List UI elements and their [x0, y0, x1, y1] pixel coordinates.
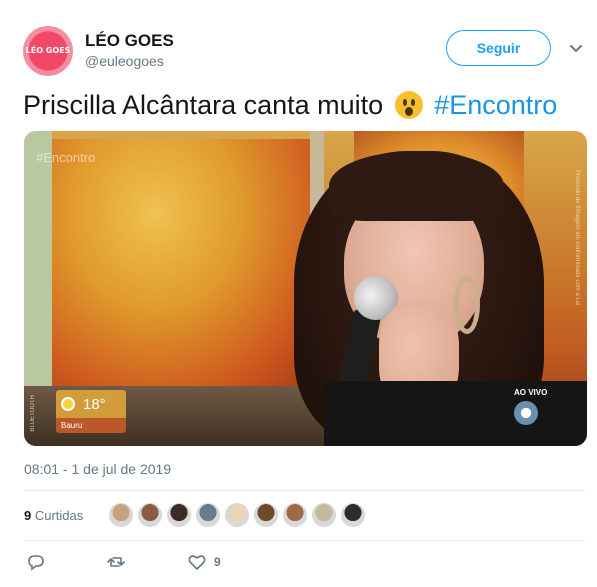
globo-logo-icon — [514, 401, 538, 425]
weather-city: Bauru — [56, 418, 126, 433]
liker-avatar[interactable] — [167, 503, 191, 527]
reply-button[interactable] — [27, 553, 45, 571]
tweet-text: Priscilla Alcântara canta muito #Encontr… — [23, 88, 557, 122]
liker-avatar[interactable] — [341, 503, 365, 527]
media-side-text: Protocolo de filmagem em conformidade co… — [574, 170, 580, 306]
media-watermark: #Encontro — [36, 150, 96, 165]
liker-avatar[interactable] — [138, 503, 162, 527]
likes-stat[interactable]: 9 Curtidas — [24, 508, 83, 523]
live-label: AO VIVO — [514, 388, 548, 397]
singer-bangs — [329, 151, 504, 221]
divider — [24, 540, 585, 541]
liker-avatar[interactable] — [312, 503, 336, 527]
avatar-logo-text: LÉO GOES — [25, 46, 71, 55]
profile-avatar[interactable]: LÉO GOES — [23, 26, 73, 76]
retweet-icon — [107, 557, 125, 567]
reply-icon — [28, 555, 44, 571]
liker-avatar[interactable] — [196, 503, 220, 527]
divider — [24, 490, 585, 491]
weather-widget: 18° Bauru — [56, 390, 126, 433]
liker-avatar[interactable] — [109, 503, 133, 527]
heart-icon — [188, 555, 206, 570]
hushed-face-emoji-icon — [394, 91, 423, 119]
singer-clothing — [324, 381, 587, 446]
media-side-text-left: BLUETOOTH — [30, 395, 36, 432]
likes-count-value: 9 — [24, 508, 32, 523]
follow-button[interactable]: Seguir — [446, 30, 551, 66]
liker-avatar[interactable] — [283, 503, 307, 527]
autumn-trees — [52, 139, 310, 389]
liker-avatar[interactable] — [254, 503, 278, 527]
tweet-timestamp[interactable]: 08:01 - 1 de jul de 2019 — [24, 461, 171, 477]
liker-avatars — [109, 503, 370, 529]
like-button[interactable]: 9 — [188, 553, 221, 571]
like-count: 9 — [214, 555, 221, 569]
weather-temperature: 18° — [83, 395, 106, 413]
tweet-body: Priscilla Alcântara canta muito — [23, 90, 384, 120]
likes-count-label: Curtidas — [34, 508, 84, 523]
display-name[interactable]: LÉO GOES — [85, 31, 174, 51]
chevron-down-icon[interactable] — [568, 40, 584, 56]
retweet-button[interactable] — [107, 553, 125, 571]
weather-top: 18° — [56, 390, 126, 418]
liker-avatar[interactable] — [225, 503, 249, 527]
sun-icon — [61, 397, 75, 411]
earring — [454, 276, 480, 334]
hashtag-link[interactable]: #Encontro — [434, 90, 557, 120]
user-handle[interactable]: @euleogoes — [85, 53, 164, 69]
